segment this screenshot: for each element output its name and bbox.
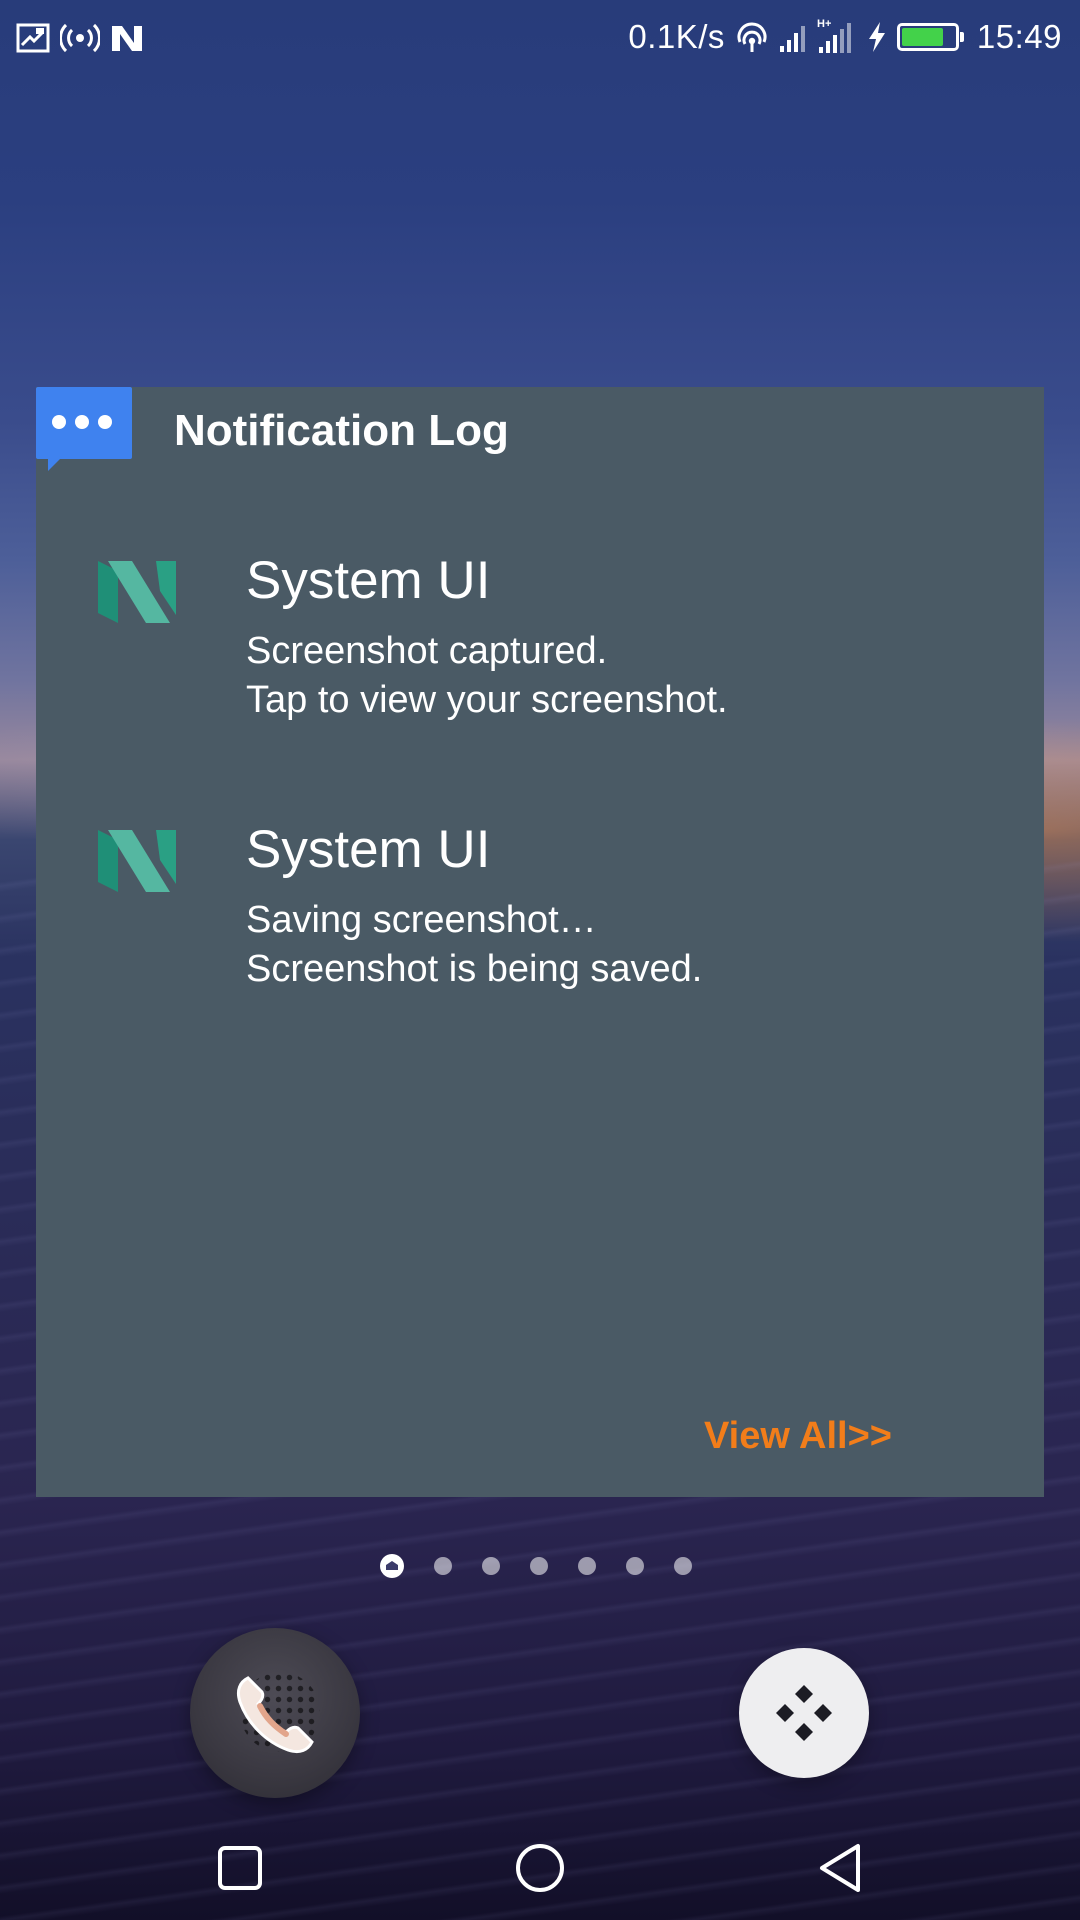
chat-bubble-icon [36,387,132,471]
page-dot[interactable] [626,1557,644,1575]
app-drawer-button[interactable] [739,1648,869,1778]
notification-item[interactable]: System UI Saving screenshot… Screenshot … [98,818,998,998]
back-button[interactable] [810,1838,870,1898]
charging-icon [867,21,887,53]
status-bar: 0.1K/s H+ 15:49 [0,0,1080,72]
android-n-icon [110,23,144,53]
notification-text: Tap to view your screenshot. [246,679,728,721]
widget-title: Notification Log [174,406,509,455]
phone-icon [236,1676,314,1754]
battery-level [901,28,943,46]
recents-button[interactable] [210,1838,270,1898]
android-n-logo-icon [98,830,176,892]
signal-hplus-icon: H+ [817,17,857,57]
notification-log-widget[interactable]: Notification Log System UI Screenshot ca… [36,387,1044,1497]
page-indicator [380,1554,692,1578]
app-drawer-icon [776,1685,832,1741]
status-left-icons [16,18,144,58]
recents-icon [218,1846,262,1890]
view-all-link[interactable]: View All>> [704,1415,892,1458]
home-icon [516,1844,564,1892]
signal-icon [779,20,807,54]
hotspot-icon [60,23,100,53]
wifi-icon [735,20,769,54]
page-dot[interactable] [578,1557,596,1575]
notification-title: Screenshot captured. [246,630,608,672]
navigation-bar [0,1810,1080,1920]
back-icon [820,1844,860,1892]
screenshot-icon [16,23,50,53]
notification-item[interactable]: System UI Screenshot captured. Tap to vi… [98,549,998,729]
svg-text:H+: H+ [817,18,831,30]
notification-app-name: System UI [246,820,491,879]
home-button[interactable] [510,1838,570,1898]
network-speed: 0.1K/s [628,18,725,55]
page-dot-home[interactable] [380,1554,404,1578]
page-dot[interactable] [482,1557,500,1575]
notification-app-name: System UI [246,551,491,610]
status-right-icons: 0.1K/s H+ 15:49 [628,14,1062,60]
page-dot[interactable] [674,1557,692,1575]
notification-title: Saving screenshot… [246,899,597,941]
page-dot[interactable] [530,1557,548,1575]
notification-text: Screenshot is being saved. [246,948,703,990]
clock: 15:49 [976,18,1062,55]
battery-icon [896,23,964,51]
phone-app-button[interactable] [190,1628,360,1798]
android-n-logo-icon [98,561,176,623]
page-dot[interactable] [434,1557,452,1575]
